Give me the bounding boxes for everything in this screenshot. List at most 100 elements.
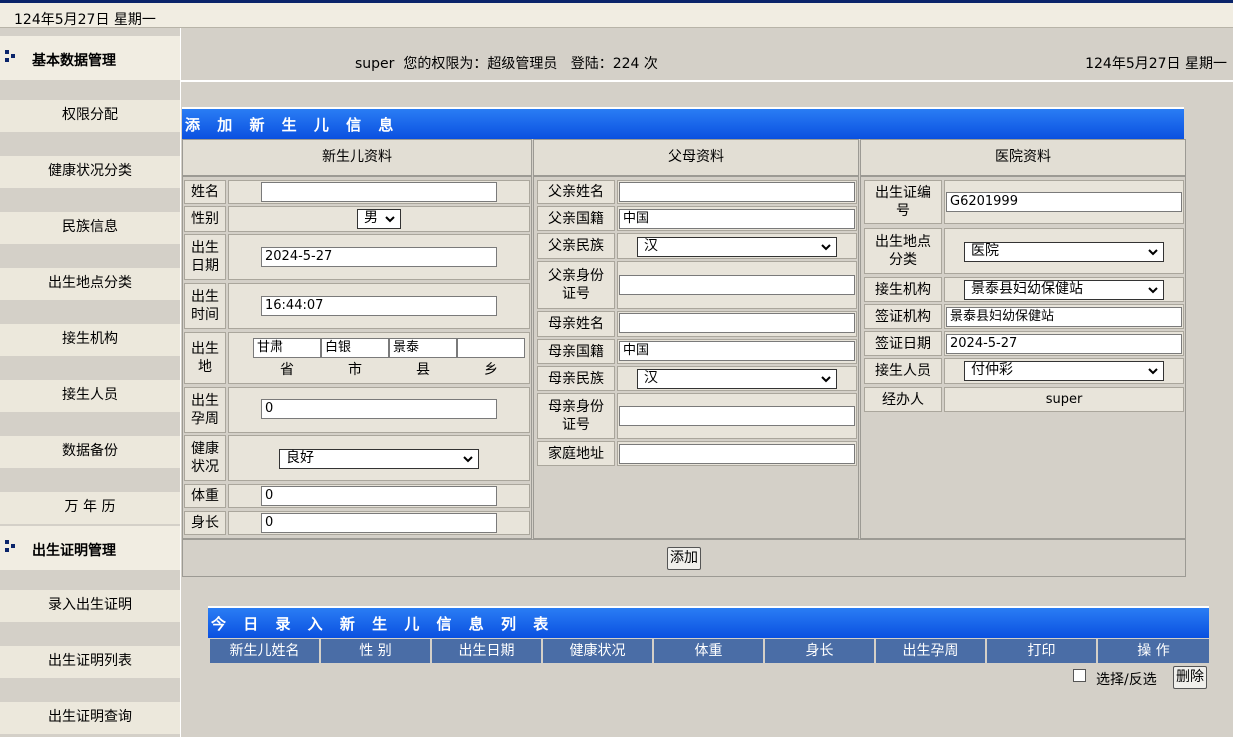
pob-province-unit: 省 bbox=[280, 362, 294, 378]
issue-org-input[interactable]: 景泰县妇幼保健站 bbox=[946, 307, 1182, 327]
issue-date-input[interactable]: 2024-5-27 bbox=[946, 334, 1182, 354]
add-button[interactable]: 添加 bbox=[667, 547, 701, 570]
sidebar-item-ethnic[interactable]: 民族信息 bbox=[0, 212, 180, 244]
cert-no-input[interactable]: G6201999 bbox=[946, 192, 1182, 212]
birthplace-category-label: 出生地点分类 bbox=[864, 228, 942, 274]
user-info: super 您的权限为：超级管理员 登陆：224 次 bbox=[355, 53, 658, 73]
sidebar-item-certificate-query[interactable]: 出生证明查询 bbox=[0, 702, 180, 734]
chevron-down-icon bbox=[1148, 368, 1158, 375]
baby-weeks-input[interactable]: 0 bbox=[261, 399, 497, 419]
pob-county-unit: 县 bbox=[416, 362, 430, 378]
bullet-icon bbox=[5, 50, 15, 62]
father-id-input[interactable] bbox=[619, 275, 855, 295]
birthplace-category-select[interactable]: 医院 bbox=[964, 242, 1164, 262]
baby-height-label: 身长 bbox=[184, 511, 226, 535]
top-date: 124年5月27日 星期一 bbox=[14, 12, 156, 28]
mother-id-input[interactable] bbox=[619, 406, 855, 426]
top-date-bar: 124年5月27日 星期一 bbox=[0, 0, 1233, 28]
mother-id-label: 母亲身份证号 bbox=[537, 393, 615, 439]
chevron-down-icon bbox=[821, 376, 831, 383]
midwife-label: 接生人员 bbox=[864, 358, 942, 384]
baby-tob-label: 出生时间 bbox=[184, 283, 226, 329]
address-input[interactable] bbox=[619, 444, 855, 464]
father-name-input[interactable] bbox=[619, 182, 855, 202]
delivery-org-select[interactable]: 景泰县妇幼保健站 bbox=[964, 280, 1164, 300]
father-nation-input[interactable]: 中国 bbox=[619, 209, 855, 229]
chevron-down-icon bbox=[821, 244, 831, 251]
th-dob: 出生日期 bbox=[432, 639, 543, 663]
sidebar-item-delivery-org[interactable]: 接生机构 bbox=[0, 324, 180, 356]
father-nation-label: 父亲国籍 bbox=[537, 206, 615, 231]
baby-dob-label: 出生日期 bbox=[184, 234, 226, 280]
mother-ethnic-select[interactable]: 汉 bbox=[637, 369, 837, 389]
th-action: 操 作 bbox=[1098, 639, 1209, 663]
baby-pob-label: 出生地 bbox=[184, 332, 226, 384]
baby-health-label: 健康状况 bbox=[184, 435, 226, 481]
select-all-checkbox[interactable] bbox=[1073, 669, 1086, 682]
delete-button[interactable]: 删除 bbox=[1173, 666, 1207, 689]
divider bbox=[181, 80, 1233, 82]
sidebar-item-enter-certificate[interactable]: 录入出生证明 bbox=[0, 590, 180, 622]
baby-weight-input[interactable]: 0 bbox=[261, 486, 497, 506]
th-weeks: 出生孕周 bbox=[876, 639, 987, 663]
sidebar-item-permission[interactable]: 权限分配 bbox=[0, 100, 180, 132]
issue-org-label: 签证机构 bbox=[864, 304, 942, 329]
select-all-label: 选择/反选 bbox=[1096, 672, 1157, 688]
th-baby-name: 新生儿姓名 bbox=[210, 639, 321, 663]
baby-dob-input[interactable]: 2024-5-27 bbox=[261, 247, 497, 267]
list-title-bar: 今 日 录 入 新 生 儿 信 息 列 表 bbox=[208, 606, 1209, 638]
baby-weeks-label: 出生孕周 bbox=[184, 387, 226, 433]
baby-health-select[interactable]: 良好 bbox=[279, 449, 479, 469]
chevron-down-icon bbox=[385, 216, 395, 223]
mother-nation-label: 母亲国籍 bbox=[537, 339, 615, 364]
baby-name-label: 姓名 bbox=[184, 180, 226, 204]
mother-name-label: 母亲姓名 bbox=[537, 311, 615, 337]
bullet-icon bbox=[5, 540, 15, 552]
permission-text: 您的权限为：超级管理员 bbox=[403, 56, 558, 72]
sidebar-section-certificate[interactable]: 出生证明管理 bbox=[0, 526, 180, 570]
sidebar: 基本数据管理 权限分配 健康状况分类 民族信息 出生地点分类 接生机构 接生人员… bbox=[0, 30, 180, 737]
pob-county-input[interactable]: 景泰 bbox=[389, 338, 457, 358]
baby-weight-label: 体重 bbox=[184, 484, 226, 508]
father-id-label: 父亲身份证号 bbox=[537, 261, 615, 309]
sidebar-item-health-category[interactable]: 健康状况分类 bbox=[0, 156, 180, 188]
form-title-bar: 添 加 新 生 儿 信 息 bbox=[182, 107, 1184, 139]
form-title: 添 加 新 生 儿 信 息 bbox=[185, 116, 400, 134]
pob-province-input[interactable]: 甘肃 bbox=[253, 338, 321, 358]
handler-value: super bbox=[944, 387, 1184, 412]
col-header-hospital: 医院资料 bbox=[860, 139, 1186, 176]
father-name-label: 父亲姓名 bbox=[537, 180, 615, 204]
sidebar-item-backup[interactable]: 数据备份 bbox=[0, 436, 180, 468]
pob-city-input[interactable]: 白银 bbox=[321, 338, 389, 358]
list-title: 今 日 录 入 新 生 儿 信 息 列 表 bbox=[211, 615, 555, 633]
th-health: 健康状况 bbox=[543, 639, 654, 663]
pob-town-input[interactable] bbox=[457, 338, 525, 358]
col-header-baby: 新生儿资料 bbox=[182, 139, 532, 176]
delivery-org-label: 接生机构 bbox=[864, 277, 942, 302]
pob-city-unit: 市 bbox=[348, 362, 362, 378]
login-count: 登陆：224 次 bbox=[570, 56, 658, 72]
mother-name-input[interactable] bbox=[619, 313, 855, 333]
chevron-down-icon bbox=[1148, 249, 1158, 256]
father-ethnic-select[interactable]: 汉 bbox=[637, 237, 837, 257]
sidebar-item-birthplace-category[interactable]: 出生地点分类 bbox=[0, 268, 180, 300]
handler-label: 经办人 bbox=[864, 387, 942, 412]
baby-tob-input[interactable]: 16:44:07 bbox=[261, 296, 497, 316]
th-weight: 体重 bbox=[654, 639, 765, 663]
baby-sex-select[interactable]: 男 bbox=[357, 209, 401, 229]
th-print: 打印 bbox=[987, 639, 1098, 663]
sidebar-section-basic[interactable]: 基本数据管理 bbox=[0, 36, 180, 80]
issue-date-label: 签证日期 bbox=[864, 331, 942, 356]
chevron-down-icon bbox=[1148, 287, 1158, 294]
baby-height-input[interactable]: 0 bbox=[261, 513, 497, 533]
midwife-select[interactable]: 付仲彩 bbox=[964, 361, 1164, 381]
mother-ethnic-label: 母亲民族 bbox=[537, 366, 615, 391]
sidebar-item-certificate-list[interactable]: 出生证明列表 bbox=[0, 646, 180, 678]
mother-nation-input[interactable]: 中国 bbox=[619, 341, 855, 361]
baby-name-input[interactable] bbox=[261, 182, 497, 202]
sidebar-item-calendar[interactable]: 万 年 历 bbox=[0, 492, 180, 524]
th-sex: 性 别 bbox=[321, 639, 432, 663]
sidebar-item-midwife[interactable]: 接生人员 bbox=[0, 380, 180, 412]
chevron-down-icon bbox=[463, 456, 473, 463]
baby-sex-label: 性别 bbox=[184, 206, 226, 232]
